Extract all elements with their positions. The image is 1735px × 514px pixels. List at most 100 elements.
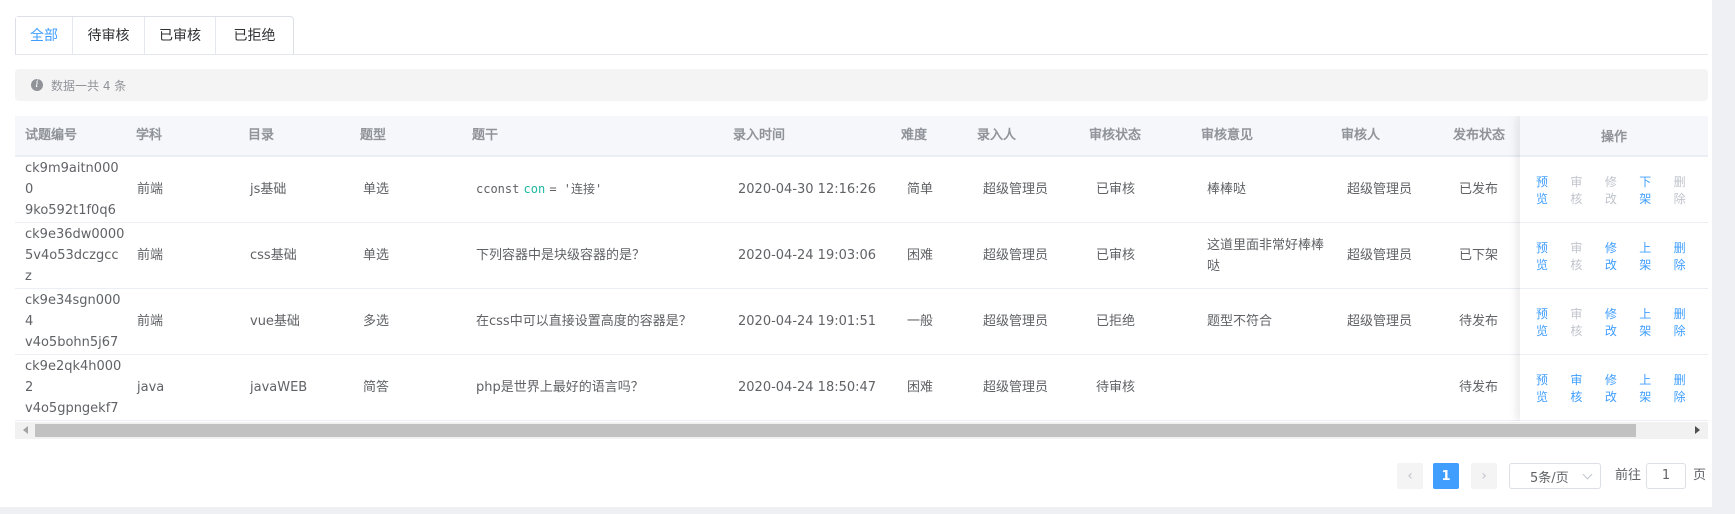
cell-catalog: js基础 — [250, 182, 287, 197]
cell-difficulty: 简单 — [907, 182, 934, 197]
delete-link[interactable]: 删除 — [1674, 173, 1696, 207]
tab-all[interactable]: 全部 — [16, 17, 72, 55]
cell-subject: 前端 — [137, 314, 164, 329]
page-number-button[interactable]: 1 — [1433, 463, 1459, 489]
header-publish-status[interactable]: 发布状态 — [1453, 116, 1505, 155]
edit-link[interactable]: 修改 — [1605, 173, 1627, 207]
table-row: ck9e36dw0000 5v4o53dczgccz 前端 css基础 单选 下… — [15, 223, 1708, 289]
goto-suffix: 页 — [1693, 468, 1707, 483]
info-alert: i 数据一共 4 条 — [15, 69, 1708, 101]
delete-link[interactable]: 删除 — [1674, 239, 1696, 273]
cell-stem: cconst con = '连接' — [476, 157, 602, 222]
chevron-left-icon: ‹ — [1407, 468, 1413, 484]
cell-creator: 超级管理员 — [983, 314, 1049, 329]
cell-catalog: javaWEB — [250, 380, 308, 395]
header-id[interactable]: 试题编号 — [25, 116, 77, 155]
header-creator[interactable]: 录入人 — [977, 116, 1016, 155]
cell-id: ck9e36dw0000 5v4o53dczgccz — [25, 227, 125, 284]
tabs-divider — [15, 54, 1708, 55]
cell-time: 2020-04-24 19:01:51 — [738, 314, 877, 329]
goto-page-input[interactable]: 1 — [1646, 463, 1686, 489]
edit-link[interactable]: 修改 — [1605, 239, 1627, 273]
status-tabs: 全部 待审核 已审核 已拒绝 — [15, 16, 294, 55]
preview-link[interactable]: 预览 — [1536, 305, 1558, 339]
alert-text: 数据一共 4 条 — [51, 78, 127, 93]
tab-pending[interactable]: 待审核 — [72, 17, 144, 55]
cell-time: 2020-04-24 18:50:47 — [738, 380, 877, 395]
stem-code-variable: con — [523, 182, 546, 196]
chevron-down-icon — [1582, 469, 1593, 480]
goto-prefix: 前往 — [1615, 468, 1642, 483]
cell-publish-status: 已下架 — [1459, 248, 1499, 263]
cell-stem: 在css中可以直接设置高度的容器是？ — [476, 314, 692, 329]
edit-link[interactable]: 修改 — [1605, 371, 1627, 405]
toggle-shelf-link[interactable]: 上架 — [1639, 305, 1661, 339]
header-stem[interactable]: 题干 — [472, 116, 498, 155]
scroll-right-icon[interactable] — [1695, 426, 1700, 434]
header-audit-opinion[interactable]: 审核意见 — [1201, 116, 1253, 155]
cell-subject: 前端 — [137, 248, 164, 263]
header-subject[interactable]: 学科 — [136, 116, 162, 155]
preview-link[interactable]: 预览 — [1536, 371, 1558, 405]
cell-id: ck9e2qk4h0002 v4o5gpngekf7 — [25, 359, 122, 416]
tab-rejected[interactable]: 已拒绝 — [215, 17, 293, 55]
preview-link[interactable]: 预览 — [1536, 239, 1558, 273]
cell-auditor: 超级管理员 — [1347, 182, 1413, 197]
cell-subject: 前端 — [137, 182, 164, 197]
horizontal-scrollbar[interactable] — [15, 422, 1708, 439]
cell-audit-opinion — [1207, 355, 1337, 420]
cell-stem: 下列容器中是块级容器的是？ — [476, 248, 646, 263]
cell-catalog: vue基础 — [250, 314, 300, 329]
cell-auditor: 超级管理员 — [1347, 314, 1413, 329]
cell-difficulty: 一般 — [907, 314, 934, 329]
scroll-left-icon[interactable] — [23, 426, 28, 434]
tab-approved[interactable]: 已审核 — [144, 17, 215, 55]
audit-link[interactable]: 审核 — [1570, 371, 1592, 405]
cell-creator: 超级管理员 — [983, 182, 1049, 197]
toggle-shelf-link[interactable]: 上架 — [1639, 371, 1661, 405]
header-time[interactable]: 录入时间 — [733, 116, 785, 155]
cell-publish-status: 待发布 — [1459, 314, 1499, 329]
stem-code-value: = '连接' — [549, 182, 603, 196]
audit-link[interactable]: 审核 — [1570, 173, 1592, 207]
cell-type: 简答 — [363, 380, 390, 395]
header-difficulty[interactable]: 难度 — [901, 116, 927, 155]
toggle-shelf-link[interactable]: 上架 — [1639, 239, 1661, 273]
delete-link[interactable]: 删除 — [1674, 305, 1696, 339]
header-catalog[interactable]: 目录 — [248, 116, 274, 155]
toggle-shelf-link[interactable]: 下架 — [1639, 173, 1661, 207]
table-row: ck9m9aitn0000 9ko592t1f0q6 前端 js基础 单选 cc… — [15, 157, 1708, 223]
audit-link[interactable]: 审核 — [1570, 305, 1592, 339]
stem-code-keyword: cconst — [476, 182, 520, 196]
cell-publish-status: 待发布 — [1459, 380, 1499, 395]
cell-audit-status: 已审核 — [1096, 182, 1136, 197]
cell-catalog: css基础 — [250, 248, 297, 263]
chevron-right-icon: › — [1481, 468, 1487, 484]
cell-id: ck9e34sgn0004 v4o5bohn5j67 — [25, 293, 121, 350]
table-header: 试题编号 学科 目录 题型 题干 录入时间 难度 录入人 审核状态 审核意见 审… — [15, 116, 1708, 157]
actions-fixed-column: 操作 预览 审核 修改 下架 删除 预览 审核 修改 上架 删除 预览 审核 修… — [1520, 116, 1708, 421]
cell-publish-status: 已发布 — [1459, 182, 1499, 197]
cell-type: 单选 — [363, 182, 390, 197]
scrollbar-thumb[interactable] — [35, 424, 1636, 437]
page-size-value: 5条/页 — [1530, 470, 1569, 486]
info-icon: i — [31, 79, 43, 91]
prev-page-button[interactable]: ‹ — [1397, 463, 1423, 489]
row-actions: 预览 审核 修改 上架 删除 — [1520, 289, 1708, 355]
page-size-select[interactable]: 5条/页 — [1509, 463, 1601, 489]
cell-creator: 超级管理员 — [983, 248, 1049, 263]
next-page-button[interactable]: › — [1471, 463, 1497, 489]
delete-link[interactable]: 删除 — [1674, 371, 1696, 405]
page-bottom-gutter — [0, 507, 1712, 514]
audit-link[interactable]: 审核 — [1570, 239, 1592, 273]
header-audit-status[interactable]: 审核状态 — [1089, 116, 1141, 155]
cell-audit-status: 已拒绝 — [1096, 314, 1136, 329]
row-actions: 预览 审核 修改 上架 删除 — [1520, 355, 1708, 421]
edit-link[interactable]: 修改 — [1605, 305, 1627, 339]
cell-audit-status: 已审核 — [1096, 248, 1136, 263]
cell-time: 2020-04-30 12:16:26 — [738, 182, 877, 197]
header-type[interactable]: 题型 — [360, 116, 386, 155]
cell-stem: php是世界上最好的语言吗？ — [476, 380, 644, 395]
header-auditor[interactable]: 审核人 — [1341, 116, 1380, 155]
preview-link[interactable]: 预览 — [1536, 173, 1558, 207]
